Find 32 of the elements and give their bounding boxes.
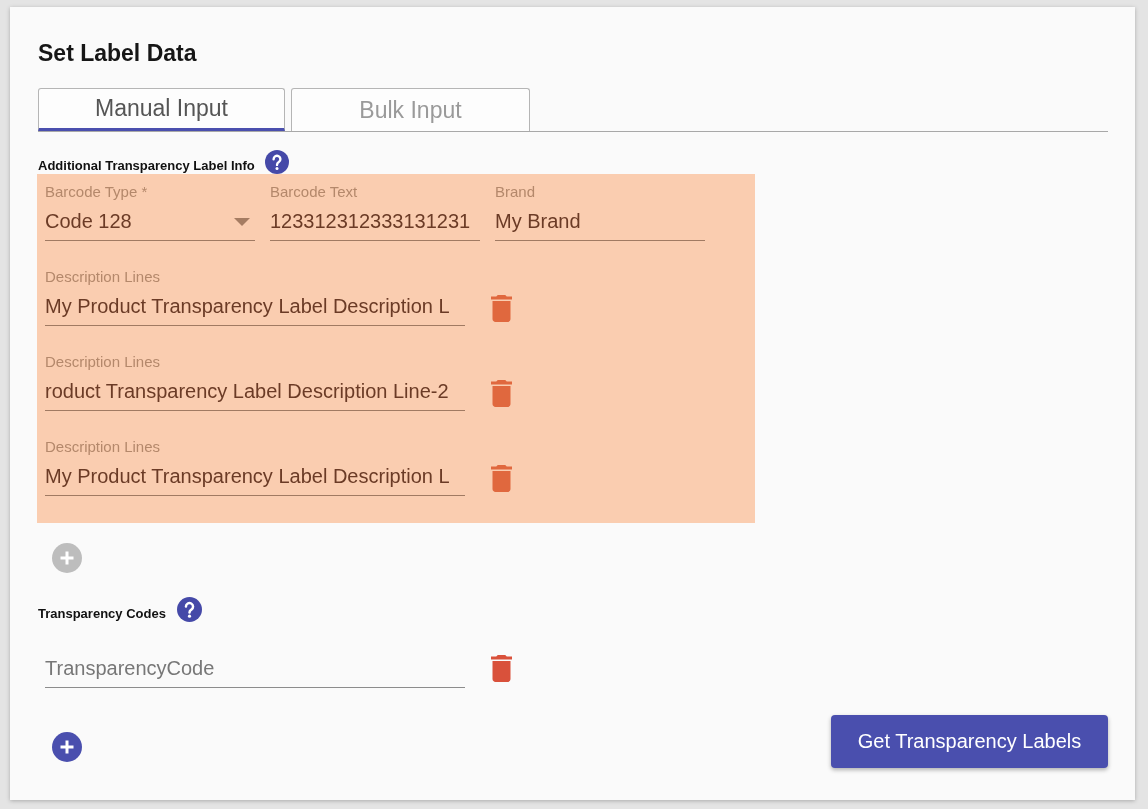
dropdown-field[interactable]: Code 128 [45, 205, 255, 241]
trash-icon [491, 380, 512, 407]
help-icon[interactable] [176, 597, 202, 622]
field-label: Barcode Text [270, 183, 359, 201]
section-heading: Additional Transparency Label Info [38, 158, 255, 174]
trash-icon [491, 655, 512, 682]
input-field[interactable]: My Product Transparency Label Description L [45, 460, 465, 496]
input-field[interactable]: TransparencyCode [45, 651, 465, 688]
input-field[interactable]: My Product Transparency Label Description L [45, 290, 465, 326]
section-heading: Transparency Codes [38, 606, 166, 622]
trash-icon [491, 465, 512, 492]
field-label: Description Lines [45, 438, 162, 456]
trash-icon [491, 295, 512, 322]
delete-button[interactable] [491, 380, 512, 407]
submit-button[interactable]: Get Transparency Labels [831, 715, 1108, 768]
tab[interactable]: Manual Input [38, 88, 285, 131]
field-label: Description Lines [45, 268, 162, 286]
input-field[interactable]: roduct Transparency Label Description Line-2 [45, 375, 465, 411]
delete-button[interactable] [491, 295, 512, 322]
help-icon[interactable] [264, 150, 289, 174]
input-field[interactable]: 123312312333131231 [270, 205, 480, 241]
caret-icon [234, 217, 250, 226]
field-label: Description Lines [45, 353, 162, 371]
delete-button[interactable] [491, 465, 512, 492]
field-label: Barcode Type * [45, 183, 149, 201]
field-label: Brand [495, 183, 537, 201]
input-field[interactable]: My Brand [495, 205, 705, 241]
plus-icon [60, 740, 74, 754]
add-button[interactable] [52, 732, 82, 762]
plus-icon [60, 551, 74, 565]
delete-button[interactable] [491, 655, 512, 682]
card-title: Set Label Data [38, 39, 197, 67]
